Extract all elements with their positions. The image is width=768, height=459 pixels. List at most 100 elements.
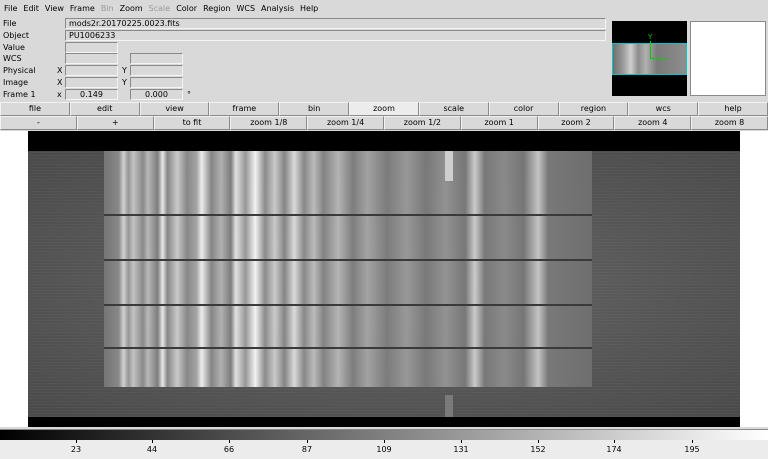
menu-color[interactable]: Color xyxy=(176,4,197,13)
button-help[interactable]: help xyxy=(698,102,768,116)
physical-label: Physical xyxy=(3,66,36,75)
button-frame[interactable]: frame xyxy=(209,102,280,116)
bright-column xyxy=(445,151,453,181)
file-field: mods2r.20170225.0023.fits xyxy=(65,18,606,29)
frame-x-label: x xyxy=(57,90,62,99)
zoom-value-field: 0.149 xyxy=(65,89,118,100)
button-scale[interactable]: scale xyxy=(418,102,489,116)
colorbar-ticks: 23 44 66 87 109 131 152 174 195 xyxy=(0,440,768,459)
colorbar-tick-mark xyxy=(692,440,693,443)
menu-file[interactable]: File xyxy=(4,4,17,13)
image-y-label: Y xyxy=(122,78,127,87)
panner-y-axis-icon xyxy=(650,41,651,59)
panner-x-axis-icon xyxy=(650,58,668,59)
zoom-4-button[interactable]: zoom 4 xyxy=(614,116,692,130)
wcs-x-field xyxy=(65,53,118,64)
fits-image[interactable] xyxy=(28,131,740,427)
colorbar-tick-label: 174 xyxy=(606,445,622,454)
zoom-1-8-button[interactable]: zoom 1/8 xyxy=(230,116,308,130)
physical-row: Physical X Y xyxy=(0,65,610,77)
slit-gap xyxy=(104,259,592,261)
menu-edit[interactable]: Edit xyxy=(23,4,39,13)
zoom-1-4-button[interactable]: zoom 1/4 xyxy=(307,116,384,130)
menu-region[interactable]: Region xyxy=(203,4,230,13)
angle-value-field: 0.000 xyxy=(130,89,183,100)
wcs-label: WCS xyxy=(3,54,22,63)
panner-y-axis-label: Y xyxy=(648,33,653,41)
colorbar-tick-label: 195 xyxy=(684,445,700,454)
image-frame[interactable] xyxy=(0,131,768,427)
physical-y-field xyxy=(130,65,183,76)
colorbar-tick-mark xyxy=(461,440,462,443)
zoom-2-button[interactable]: zoom 2 xyxy=(537,116,615,130)
menu-view[interactable]: View xyxy=(45,4,64,13)
object-label: Object xyxy=(3,31,30,40)
menu-bar: File Edit View Frame Bin Zoom Scale Colo… xyxy=(0,0,768,17)
physical-y-label: Y xyxy=(122,66,127,75)
colorbar-tick-mark xyxy=(538,440,539,443)
button-region[interactable]: region xyxy=(558,102,629,116)
button-wcs[interactable]: wcs xyxy=(628,102,699,116)
slit-gap xyxy=(104,214,592,216)
zoom-to-fit-button[interactable]: to fit xyxy=(153,116,231,130)
colorbar-tick-label: 87 xyxy=(301,445,313,454)
colorbar-tick-label: 66 xyxy=(223,445,235,454)
colorbar-tick-mark xyxy=(152,440,153,443)
ds9-window: File Edit View Frame Bin Zoom Scale Colo… xyxy=(0,0,768,459)
info-panel: File mods2r.20170225.0023.fits Object PU… xyxy=(0,17,610,101)
colorbar-tick-mark xyxy=(76,440,77,443)
colorbar-tick-label: 109 xyxy=(376,445,392,454)
value-field xyxy=(65,42,118,53)
menu-wcs[interactable]: WCS xyxy=(236,4,255,13)
image-x-field xyxy=(65,77,118,88)
zoom-out-button[interactable]: - xyxy=(0,116,77,130)
image-row: Image X Y xyxy=(0,77,610,89)
spectral-lines xyxy=(104,151,592,387)
file-label: File xyxy=(3,19,17,28)
frame-row: Frame 1 x 0.149 0.000 ° xyxy=(0,89,610,101)
colorbar-tick-mark xyxy=(614,440,615,443)
slit-gap xyxy=(104,304,592,306)
image-y-field xyxy=(130,77,183,88)
magnifier xyxy=(690,21,766,96)
colorbar-tick-label: 23 xyxy=(70,445,82,454)
menu-analysis[interactable]: Analysis xyxy=(261,4,294,13)
degree-symbol: ° xyxy=(187,90,191,99)
wcs-row: WCS xyxy=(0,53,610,65)
menu-frame[interactable]: Frame xyxy=(70,4,95,13)
button-bin[interactable]: bin xyxy=(279,102,350,116)
menu-zoom[interactable]: Zoom xyxy=(120,4,143,13)
zoom-in-button[interactable]: + xyxy=(76,116,154,130)
physical-x-label: X xyxy=(57,66,63,75)
colorbar[interactable] xyxy=(0,429,768,440)
object-field: PU1006233 xyxy=(65,30,606,41)
menu-help[interactable]: Help xyxy=(300,4,318,13)
image-label: Image xyxy=(3,78,29,87)
colorbar-tick-mark xyxy=(307,440,308,443)
colorbar-tick-mark xyxy=(229,440,230,443)
main-button-bar: file edit view frame bin zoom scale colo… xyxy=(0,102,768,116)
colorbar-tick-label: 44 xyxy=(146,445,158,454)
button-zoom[interactable]: zoom xyxy=(349,102,419,116)
button-color[interactable]: color xyxy=(488,102,559,116)
colorbar-tick-label: 131 xyxy=(453,445,469,454)
zoom-1-2-button[interactable]: zoom 1/2 xyxy=(383,116,461,130)
panner[interactable]: Y xyxy=(612,21,687,96)
button-file[interactable]: file xyxy=(0,102,70,116)
zoom-1-button[interactable]: zoom 1 xyxy=(460,116,538,130)
wcs-y-field xyxy=(130,53,183,64)
zoom-button-bar: - + to fit zoom 1/8 zoom 1/4 zoom 1/2 zo… xyxy=(0,116,768,130)
zoom-8-button[interactable]: zoom 8 xyxy=(691,116,768,130)
menu-bin: Bin xyxy=(100,4,114,13)
colorbar-tick-label: 152 xyxy=(530,445,546,454)
button-view[interactable]: view xyxy=(139,102,210,116)
colorbar-tick-mark xyxy=(384,440,385,443)
physical-x-field xyxy=(65,65,118,76)
file-row: File mods2r.20170225.0023.fits xyxy=(0,18,610,30)
image-x-label: X xyxy=(57,78,63,87)
bright-column xyxy=(445,395,453,417)
slit-gap xyxy=(104,347,592,349)
menu-scale: Scale xyxy=(148,4,171,13)
button-edit[interactable]: edit xyxy=(69,102,140,116)
object-row: Object PU1006233 xyxy=(0,30,610,42)
